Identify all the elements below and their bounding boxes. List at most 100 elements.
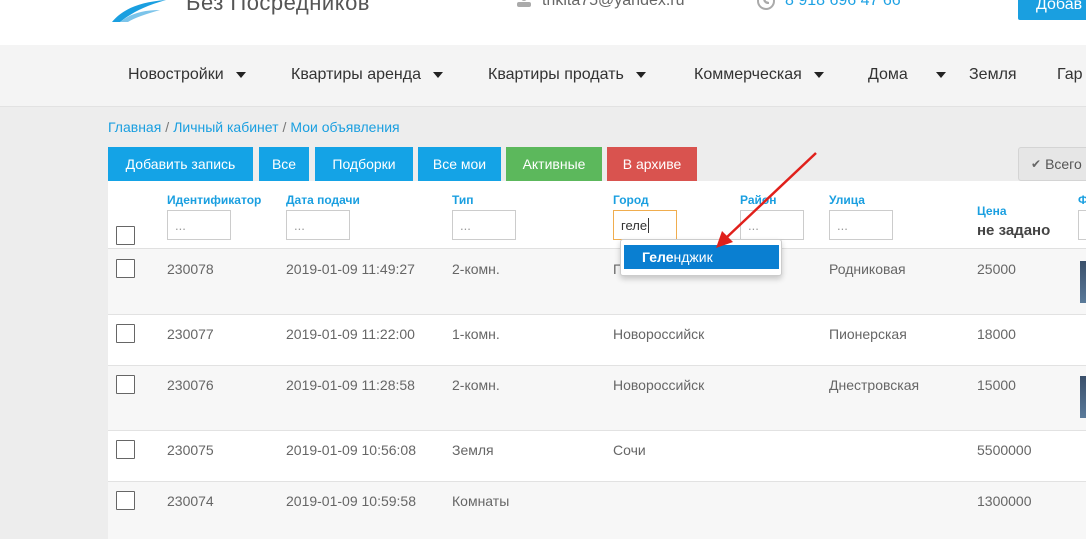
table-row[interactable]: 230076 2019-01-09 11:28:58 2-комн. Новор… <box>108 366 1086 431</box>
cell-id: 230076 <box>167 377 214 393</box>
logo-icon[interactable] <box>108 0 168 24</box>
nav-item-land[interactable]: Земля <box>969 66 1017 84</box>
total-label: Всего <box>1045 156 1082 172</box>
nav-label: Квартиры аренда <box>291 66 421 83</box>
phone-text: 8 918 696 47 66 <box>785 0 901 9</box>
column-header-street[interactable]: Улица <box>829 193 865 207</box>
table-row[interactable]: 230075 2019-01-09 10:56:08 Земля Сочи 55… <box>108 431 1086 482</box>
cell-date: 2019-01-09 11:28:58 <box>286 377 415 393</box>
photo-filter-input[interactable] <box>1078 210 1086 240</box>
photo-thumbnail[interactable] <box>1080 261 1086 303</box>
column-header-price[interactable]: Цена <box>977 204 1007 218</box>
phone-icon <box>757 0 775 10</box>
photo-thumbnail[interactable] <box>1080 376 1086 418</box>
cell-price: 18000 <box>977 326 1016 342</box>
cell-id: 230075 <box>167 442 214 458</box>
user-icon <box>517 0 531 7</box>
cell-type: Земля <box>452 442 494 458</box>
nav-label: Новостройки <box>128 66 224 83</box>
chevron-down-icon <box>235 72 246 78</box>
cell-date: 2019-01-09 11:22:00 <box>286 326 415 342</box>
cell-type: 2-комн. <box>452 377 500 393</box>
cell-type: Комнаты <box>452 493 510 509</box>
cell-street: Днестровская <box>829 377 920 393</box>
email-contact[interactable]: trikita75@yandex.ru <box>516 0 685 10</box>
column-header-date[interactable]: Дата подачи <box>286 193 360 207</box>
cell-id: 230074 <box>167 493 214 509</box>
city-filter-value: геле <box>621 218 648 233</box>
column-header-type[interactable]: Тип <box>452 193 474 207</box>
chevron-down-icon <box>935 72 946 78</box>
row-checkbox[interactable] <box>116 259 135 278</box>
breadcrumb-home[interactable]: Главная <box>108 119 161 135</box>
row-checkbox[interactable] <box>116 491 135 510</box>
chevron-down-icon <box>432 72 443 78</box>
type-filter-input[interactable]: ... <box>452 210 516 240</box>
all-mine-button[interactable]: Все мои <box>418 147 501 181</box>
cell-city: Сочи <box>613 442 646 458</box>
street-filter-input[interactable]: ... <box>829 210 893 240</box>
nav-item-sell[interactable]: Квартиры продать <box>488 66 646 84</box>
cell-city: Новороссийск <box>613 326 705 342</box>
autocomplete-option-gelendzhik[interactable]: Геленджик <box>624 245 779 269</box>
city-autocomplete-dropdown: Геленджик <box>620 239 782 276</box>
cell-price: 5500000 <box>977 442 1032 458</box>
nav-label: Гар <box>1057 66 1083 83</box>
add-listing-button[interactable]: Добав <box>1018 0 1086 20</box>
cell-date: 2019-01-09 10:59:58 <box>286 493 416 509</box>
cell-price: 25000 <box>977 261 1016 277</box>
breadcrumb-cabinet[interactable]: Личный кабинет <box>173 119 278 135</box>
cell-id: 230078 <box>167 261 214 277</box>
chevron-down-icon <box>813 72 824 78</box>
column-header-id[interactable]: Идентификатор <box>167 193 261 207</box>
breadcrumb-separator: / <box>282 119 287 135</box>
nav-label: Квартиры продать <box>488 66 624 83</box>
filter-all-button[interactable]: Все <box>259 147 309 181</box>
add-record-button[interactable]: Добавить запись <box>108 147 253 181</box>
row-checkbox[interactable] <box>116 324 135 343</box>
city-filter-input[interactable]: геле <box>613 210 677 240</box>
nav-item-novostroyki[interactable]: Новостройки <box>128 66 246 84</box>
active-filter-button[interactable]: Активные <box>506 147 602 181</box>
id-filter-input[interactable]: ... <box>167 210 231 240</box>
table-row[interactable]: 230077 2019-01-09 11:22:00 1-комн. Новор… <box>108 315 1086 366</box>
cell-date: 2019-01-09 11:49:27 <box>286 261 415 277</box>
cell-date: 2019-01-09 10:56:08 <box>286 442 416 458</box>
chevron-down-icon <box>635 72 646 78</box>
column-header-district[interactable]: Район <box>740 193 776 207</box>
selections-button[interactable]: Подборки <box>315 147 413 181</box>
price-filter-value[interactable]: не задано <box>977 222 1050 239</box>
breadcrumb-separator: / <box>165 119 170 135</box>
district-filter-input[interactable]: ... <box>740 210 804 240</box>
select-all-checkbox[interactable] <box>116 226 135 245</box>
site-header: Без Посредников trikita75@yandex.ru 8 91… <box>0 0 1086 45</box>
check-icon: ✔ <box>1031 157 1042 171</box>
row-checkbox[interactable] <box>116 440 135 459</box>
main-nav: Новостройки Квартиры аренда Квартиры про… <box>0 45 1086 107</box>
table-row[interactable]: 230074 2019-01-09 10:59:58 Комнаты 13000… <box>108 482 1086 539</box>
date-filter-input[interactable]: ... <box>286 210 350 240</box>
table-filter-header: Идентификатор ... Дата подачи ... Тип ..… <box>108 181 1086 249</box>
column-header-city[interactable]: Город <box>613 193 649 207</box>
table-row[interactable]: 230078 2019-01-09 11:49:27 2-комн. Г Род… <box>108 249 1086 315</box>
cell-price: 15000 <box>977 377 1016 393</box>
email-text: trikita75@yandex.ru <box>542 0 685 9</box>
brand-name[interactable]: Без Посредников <box>186 0 370 16</box>
cell-street: Пионерская <box>829 326 907 342</box>
nav-item-garages[interactable]: Гар <box>1057 66 1083 84</box>
cell-type: 2-комн. <box>452 261 500 277</box>
nav-item-houses[interactable]: Дома <box>868 66 946 84</box>
nav-item-rent[interactable]: Квартиры аренда <box>291 66 443 84</box>
nav-label: Дома <box>868 66 908 83</box>
phone-contact[interactable]: 8 918 696 47 66 <box>757 0 901 10</box>
cell-price: 1300000 <box>977 493 1032 509</box>
cell-city: Новороссийск <box>613 377 705 393</box>
nav-label: Земля <box>969 66 1017 83</box>
row-checkbox[interactable] <box>116 375 135 394</box>
column-header-photo[interactable]: Ф <box>1078 193 1086 207</box>
archive-filter-button[interactable]: В архиве <box>607 147 697 181</box>
nav-item-commercial[interactable]: Коммерческая <box>694 66 824 84</box>
total-button[interactable]: ✔ Всего <box>1018 147 1086 181</box>
breadcrumb-current[interactable]: Мои объявления <box>290 119 399 135</box>
breadcrumb: Главная / Личный кабинет / Мои объявления <box>108 119 400 135</box>
